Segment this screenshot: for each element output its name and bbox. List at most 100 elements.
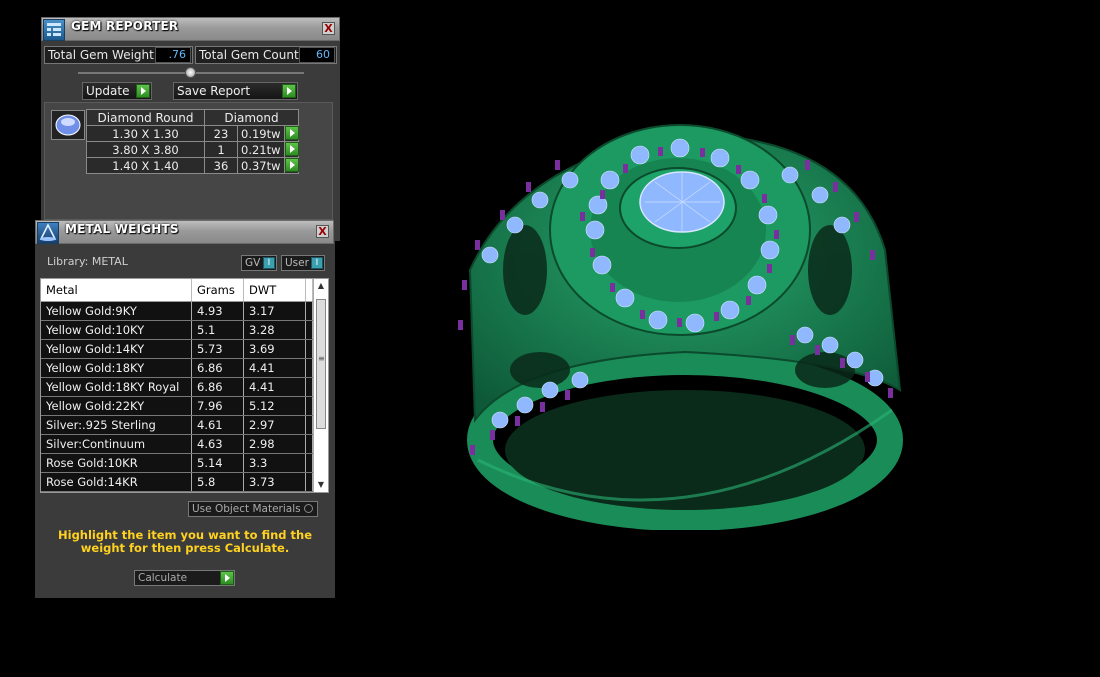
gem-count: 23 [204, 125, 238, 142]
metal-row-extra-cell [305, 339, 313, 359]
metal-grams: 6.86 [191, 491, 244, 492]
diamond-round-icon [51, 110, 85, 140]
metal-row[interactable]: Yellow Gold:18KY Royal 6.86 4.41 [41, 377, 313, 397]
metal-grams: 4.63 [191, 434, 244, 454]
gem-size: 1.30 X 1.30 [86, 125, 205, 142]
metal-weights-titlebar[interactable]: METAL WEIGHTS X [35, 220, 334, 244]
metal-name: Yellow Gold:14KY [41, 339, 192, 359]
total-gem-weight-value: .76 [155, 47, 191, 63]
metal-name: Rose Gold:18KR [41, 491, 192, 492]
ring-model [458, 124, 903, 531]
extra-column-header [305, 279, 313, 302]
update-button-label: Update [86, 84, 130, 98]
metal-row-extra-cell [305, 358, 313, 378]
gem-row[interactable]: 3.80 X 3.80 1 0.21tw [86, 141, 299, 158]
grams-column-header[interactable]: Grams [191, 279, 244, 302]
metal-dwt: 2.97 [243, 415, 306, 435]
gv-toggle-label: GV [245, 257, 261, 269]
metal-dwt: 4.41 [243, 491, 306, 492]
metal-grams: 5.73 [191, 339, 244, 359]
scroll-down-icon[interactable]: ▼ [314, 479, 328, 491]
scroll-up-icon[interactable]: ▲ [314, 280, 328, 292]
metal-name: Yellow Gold:9KY [41, 301, 192, 321]
use-object-materials-radio-icon[interactable] [304, 504, 313, 513]
metal-row-extra-cell [305, 301, 313, 321]
metal-row[interactable]: Silver:Continuum 4.63 2.98 [41, 434, 313, 454]
calculate-go-icon[interactable] [220, 571, 234, 585]
metal-dwt: 3.17 [243, 301, 306, 321]
metal-grams: 5.1 [191, 320, 244, 340]
gem-slider-handle[interactable] [185, 67, 196, 78]
metal-row-extra-cell [305, 415, 313, 435]
metal-row-extra-cell [305, 472, 313, 492]
metal-dwt: 3.69 [243, 339, 306, 359]
metal-dwt: 4.41 [243, 377, 306, 397]
metal-dwt: 4.41 [243, 358, 306, 378]
gem-row-go-icon[interactable] [285, 142, 299, 156]
metal-table-scrollbar[interactable]: ▲ ≡ ▼ [313, 279, 328, 492]
metal-dwt: 3.73 [243, 472, 306, 492]
instruction-text: Highlight the item you want to find the … [58, 528, 312, 555]
user-toggle-label: User [285, 257, 309, 269]
metal-row-extra-cell [305, 396, 313, 416]
metal-row-extra-cell [305, 434, 313, 454]
gem-weight: 0.21tw [237, 141, 285, 158]
gem-reporter-close-button[interactable]: X [322, 22, 335, 35]
save-report-go-icon[interactable] [282, 84, 296, 98]
calculate-label: Calculate [138, 572, 188, 584]
metal-grams: 7.96 [191, 396, 244, 416]
gem-weight: 0.19tw [237, 125, 285, 142]
metal-name: Yellow Gold:18KY [41, 358, 192, 378]
metal-row[interactable]: Yellow Gold:14KY 5.73 3.69 [41, 339, 313, 359]
gem-row-go-icon[interactable] [285, 126, 299, 140]
gem-row-go-cell[interactable] [284, 125, 299, 142]
metal-row[interactable]: Rose Gold:14KR 5.8 3.73 [41, 472, 313, 492]
update-go-icon[interactable] [136, 84, 150, 98]
metal-row[interactable]: Rose Gold:18KR6.864.41 [41, 491, 313, 492]
metal-row-extra-cell [305, 377, 313, 397]
gem-row-go-cell[interactable] [284, 157, 299, 174]
metal-table-container: Metal Grams DWT Yellow Gold:9KY 4.93 3.17 Y… [40, 278, 329, 493]
ring-3d-viewport[interactable] [430, 120, 920, 531]
metal-dwt: 2.98 [243, 434, 306, 454]
metal-grams: 5.14 [191, 453, 244, 473]
metal-row-extra-cell [305, 320, 313, 340]
gem-table: Diamond Round Diamond 1.30 X 1.30 23 0.1… [86, 109, 299, 174]
metal-table: Metal Grams DWT Yellow Gold:9KY 4.93 3.17 Y… [41, 279, 313, 492]
gem-table-header-type: Diamond [204, 109, 299, 126]
gem-count: 36 [204, 157, 238, 174]
scroll-grip-icon: ≡ [318, 354, 325, 363]
metal-row[interactable]: Yellow Gold:22KY 7.96 5.12 [41, 396, 313, 416]
metal-row[interactable]: Yellow Gold:9KY 4.93 3.17 [41, 301, 313, 321]
metal-row[interactable]: Silver:.925 Sterling 4.61 2.97 [41, 415, 313, 435]
metal-row-extra-cell [305, 453, 313, 473]
use-object-materials-label: Use Object Materials [192, 503, 301, 515]
metal-column-header[interactable]: Metal [41, 279, 192, 302]
metal-row[interactable]: Yellow Gold:18KY 6.86 4.41 [41, 358, 313, 378]
gem-count: 1 [204, 141, 238, 158]
gem-row[interactable]: 1.30 X 1.30 23 0.19tw [86, 125, 299, 142]
dwt-column-header[interactable]: DWT [243, 279, 306, 302]
gv-toggle-icon[interactable]: I [263, 257, 275, 269]
metal-weights-icon [37, 222, 59, 244]
use-object-materials-button[interactable]: Use Object Materials [188, 501, 318, 517]
metal-grams: 4.93 [191, 301, 244, 321]
gem-row-go-icon[interactable] [285, 158, 299, 172]
gem-reporter-titlebar[interactable]: GEM REPORTER X [41, 17, 340, 41]
library-label: Library: METAL [47, 255, 128, 268]
save-report-button[interactable]: Save Report [173, 82, 298, 100]
gem-weight: 0.37tw [237, 157, 285, 174]
metal-row[interactable]: Yellow Gold:10KY 5.1 3.28 [41, 320, 313, 340]
metal-name: Yellow Gold:22KY [41, 396, 192, 416]
gem-row[interactable]: 1.40 X 1.40 36 0.37tw [86, 157, 299, 174]
metal-grams: 5.8 [191, 472, 244, 492]
metal-grams: 6.86 [191, 358, 244, 378]
metal-weights-close-button[interactable]: X [316, 225, 329, 238]
scroll-thumb[interactable] [316, 299, 326, 429]
metal-dwt: 3.3 [243, 453, 306, 473]
metal-weights-title: METAL WEIGHTS [65, 222, 179, 236]
gem-row-go-cell[interactable] [284, 141, 299, 158]
metal-name: Rose Gold:10KR [41, 453, 192, 473]
user-toggle-icon[interactable]: I [311, 257, 323, 269]
metal-row[interactable]: Rose Gold:10KR 5.14 3.3 [41, 453, 313, 473]
